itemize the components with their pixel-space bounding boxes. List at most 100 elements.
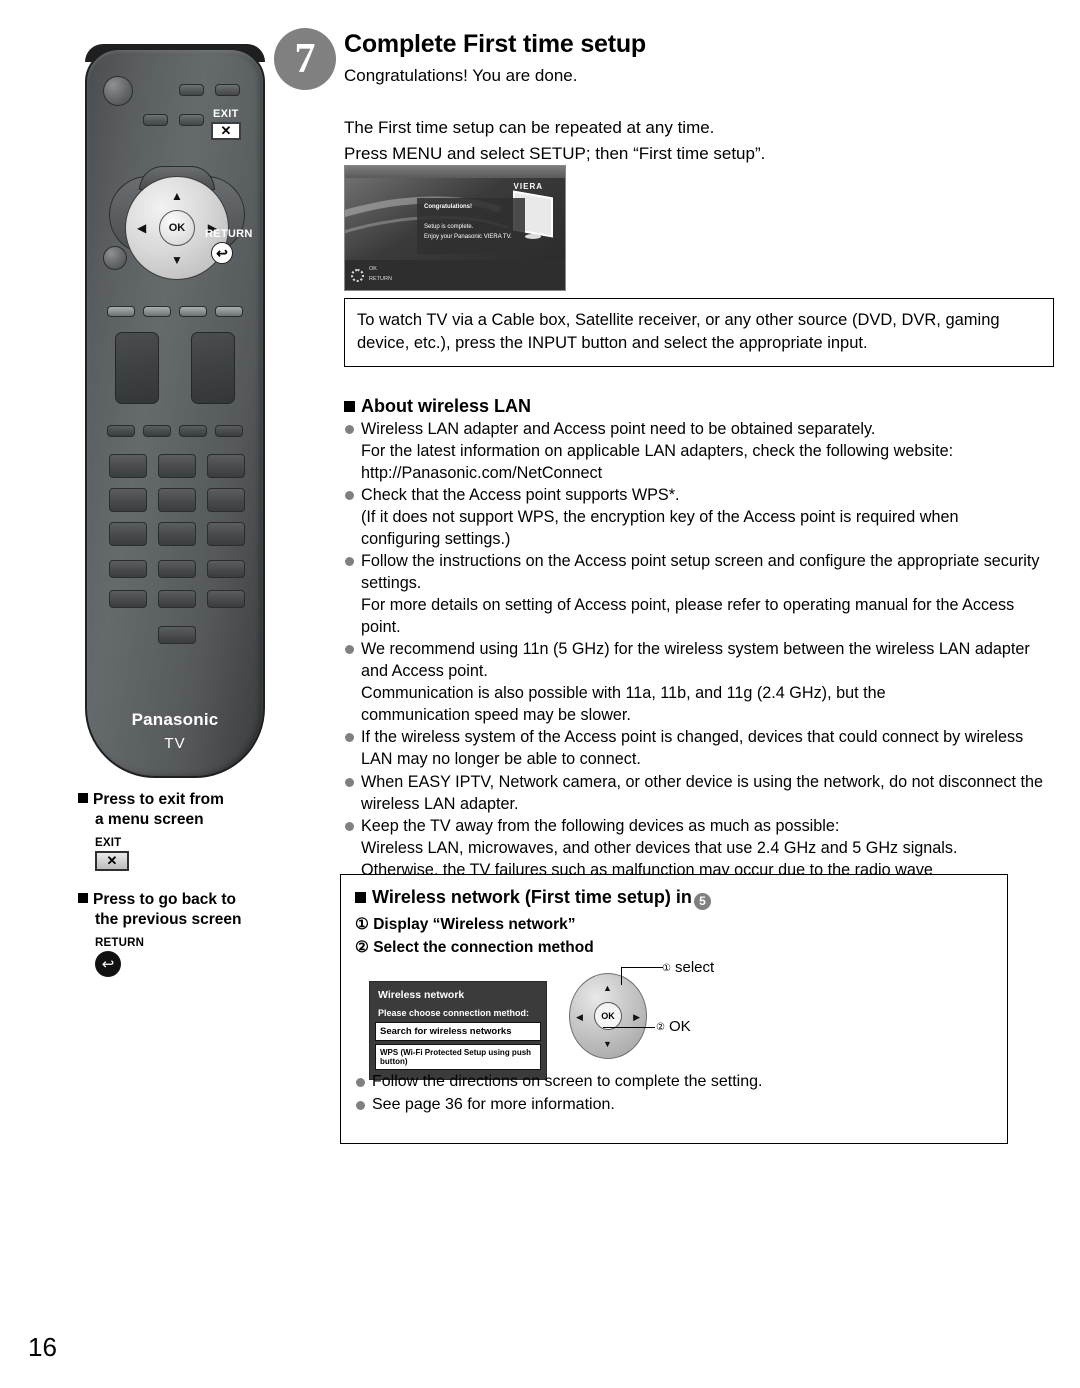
remote-key-top-3[interactable]: [143, 114, 168, 126]
wireless-step-1: ① Display “Wireless network”: [355, 916, 576, 933]
list-item-cont: Communication is also possible with 11a,…: [361, 684, 886, 703]
arrow-right-icon[interactable]: ▶: [633, 1012, 640, 1023]
wireless-menu-subtitle: Please choose connection method:: [378, 1008, 530, 1018]
remote-numeric-key-15[interactable]: [207, 590, 245, 608]
viera-logo: VIERA: [513, 182, 543, 191]
arrow-left-icon[interactable]: ◀: [576, 1012, 583, 1023]
return-caption-block: Press to go back to the previous screen …: [78, 890, 308, 977]
close-icon: ✕: [220, 123, 232, 138]
wireless-network-title: Wireless network (First time setup) in 5: [355, 887, 711, 910]
arrow-down-icon[interactable]: ▼: [603, 1039, 612, 1049]
about-wireless-lan-heading: About wireless LAN: [344, 396, 531, 417]
return-caption-line2: the previous screen: [95, 911, 242, 929]
tv-screen-illustration: VIERA Congratulations! Setup is complete…: [344, 165, 566, 291]
list-item-text: Keep the TV away from the following devi…: [361, 816, 840, 835]
tv-message-line2: Enjoy your Panasonic VIERA TV.: [424, 234, 512, 240]
remote-return-label: RETURN: [205, 228, 253, 240]
arrow-up-icon[interactable]: ▲: [171, 190, 183, 202]
list-item-cont: (If it does not support WPS, the encrypt…: [361, 508, 959, 527]
remote-numeric-key-13[interactable]: [109, 590, 147, 608]
tv-footer-hints: OK RETURN: [369, 265, 392, 284]
remote-numeric-key-2[interactable]: [158, 454, 196, 478]
remote-numeric-key-10[interactable]: [109, 560, 147, 578]
remote-function-key-1[interactable]: [107, 425, 135, 437]
remote-key-top-4[interactable]: [179, 114, 204, 126]
list-item-text: Follow the instructions on the Access po…: [361, 552, 1040, 593]
list-item-cont: point.: [361, 618, 401, 637]
remote-numeric-key-11[interactable]: [158, 560, 196, 578]
remote-numeric-key-5[interactable]: [158, 488, 196, 512]
remote-color-key-3[interactable]: [179, 306, 207, 317]
remote-key-top-1[interactable]: [179, 84, 204, 96]
wireless-network-title-text: Wireless network (First time setup) in: [372, 887, 692, 907]
remote-function-key-3[interactable]: [179, 425, 207, 437]
about-wireless-lan-label: About wireless LAN: [361, 396, 532, 416]
remote-exit-button[interactable]: ✕: [211, 122, 241, 140]
arrow-up-icon[interactable]: ▲: [603, 983, 612, 993]
remote-channel-rocker[interactable]: [191, 332, 235, 404]
wireless-step-2: ② Select the connection method: [355, 939, 594, 956]
page-title: Complete First time setup: [344, 30, 646, 58]
remote-bottom-key[interactable]: [158, 626, 196, 644]
list-item-cont: http://Panasonic.com/NetConnect: [361, 464, 603, 483]
list-item: See page 36 for more information.: [355, 1094, 762, 1117]
remote-numeric-key-14[interactable]: [158, 590, 196, 608]
exit-key-label: EXIT: [95, 836, 122, 849]
callout-leader-ok: [603, 1027, 655, 1028]
arrow-left-icon[interactable]: ◀: [137, 222, 146, 234]
wireless-menu-option-wps[interactable]: WPS (Wi-Fi Protected Setup using push bu…: [375, 1044, 541, 1070]
dpad-illustration[interactable]: OK ▲ ▼ ◀ ▶: [569, 973, 647, 1059]
remote-numeric-key-8[interactable]: [158, 522, 196, 546]
remote-lower-round-button[interactable]: [103, 246, 127, 270]
list-item: When EASY IPTV, Network camera, or other…: [344, 771, 1056, 815]
exit-caption-line1: Press to exit from: [93, 791, 224, 808]
wireless-box-bullet-list: Follow the directions on screen to compl…: [355, 1071, 762, 1116]
remote-numeric-key-12[interactable]: [207, 560, 245, 578]
remote-numeric-key-7[interactable]: [109, 522, 147, 546]
callout-ok-label: OK: [669, 1018, 691, 1035]
dpad-ok-button[interactable]: OK: [159, 210, 195, 246]
wireless-network-box: Wireless network (First time setup) in 5 …: [340, 874, 1008, 1144]
return-arrow-icon: ↩: [101, 955, 115, 973]
tv-message-line1: Setup is complete.: [424, 224, 474, 230]
remote-volume-rocker[interactable]: [115, 332, 159, 404]
callout-select: ① select: [659, 959, 714, 977]
list-item: Follow the instructions on the Access po…: [344, 550, 1056, 594]
callout-select-label: select: [675, 959, 715, 976]
list-item: If the wireless system of the Access poi…: [344, 726, 1056, 770]
exit-key-graphic[interactable]: ✕: [95, 850, 129, 871]
tv-ok-hint: OK: [369, 266, 377, 273]
remote-numeric-key-6[interactable]: [207, 488, 245, 512]
return-caption: Press to go back to the previous screen: [78, 890, 308, 931]
wireless-network-menu: Wireless network Please choose connectio…: [369, 981, 547, 1080]
remote-numeric-key-1[interactable]: [109, 454, 147, 478]
callout-ok: ② OK: [653, 1018, 691, 1036]
tv-screen-footer: OK RETURN: [345, 260, 565, 290]
remote-color-key-1[interactable]: [107, 306, 135, 317]
bullet-square-icon: [78, 893, 88, 903]
exit-caption-line2: a menu screen: [95, 811, 204, 829]
remote-key-top-2[interactable]: [215, 84, 240, 96]
input-note-text: To watch TV via a Cable box, Satellite r…: [357, 311, 1000, 353]
remote-brand-logo: Panasonic: [131, 710, 219, 729]
remote-numeric-key-3[interactable]: [207, 454, 245, 478]
remote-function-key-2[interactable]: [143, 425, 171, 437]
arrow-down-icon[interactable]: ▼: [171, 254, 183, 266]
remote-numeric-key-4[interactable]: [109, 488, 147, 512]
return-key-graphic[interactable]: ↩: [95, 950, 121, 977]
remote-color-key-2[interactable]: [143, 306, 171, 317]
remote-color-key-4[interactable]: [215, 306, 243, 317]
list-item-text: We recommend using 11n (5 GHz) for the w…: [361, 640, 1030, 681]
list-item-text: Wireless LAN adapter and Access point ne…: [361, 420, 876, 438]
close-icon: ✕: [106, 852, 118, 868]
list-item: Keep the TV away from the following devi…: [344, 815, 1056, 837]
remote-numeric-key-9[interactable]: [207, 522, 245, 546]
dpad-ok-button[interactable]: OK: [594, 1002, 622, 1030]
power-button[interactable]: [103, 76, 133, 106]
list-item-text: If the wireless system of the Access poi…: [361, 728, 1024, 769]
bullet-square-icon: [355, 892, 366, 903]
wireless-menu-option-search[interactable]: Search for wireless networks: [375, 1022, 541, 1041]
input-note-box: To watch TV via a Cable box, Satellite r…: [344, 298, 1054, 367]
remote-return-button[interactable]: ↩: [211, 242, 233, 264]
remote-function-key-4[interactable]: [215, 425, 243, 437]
